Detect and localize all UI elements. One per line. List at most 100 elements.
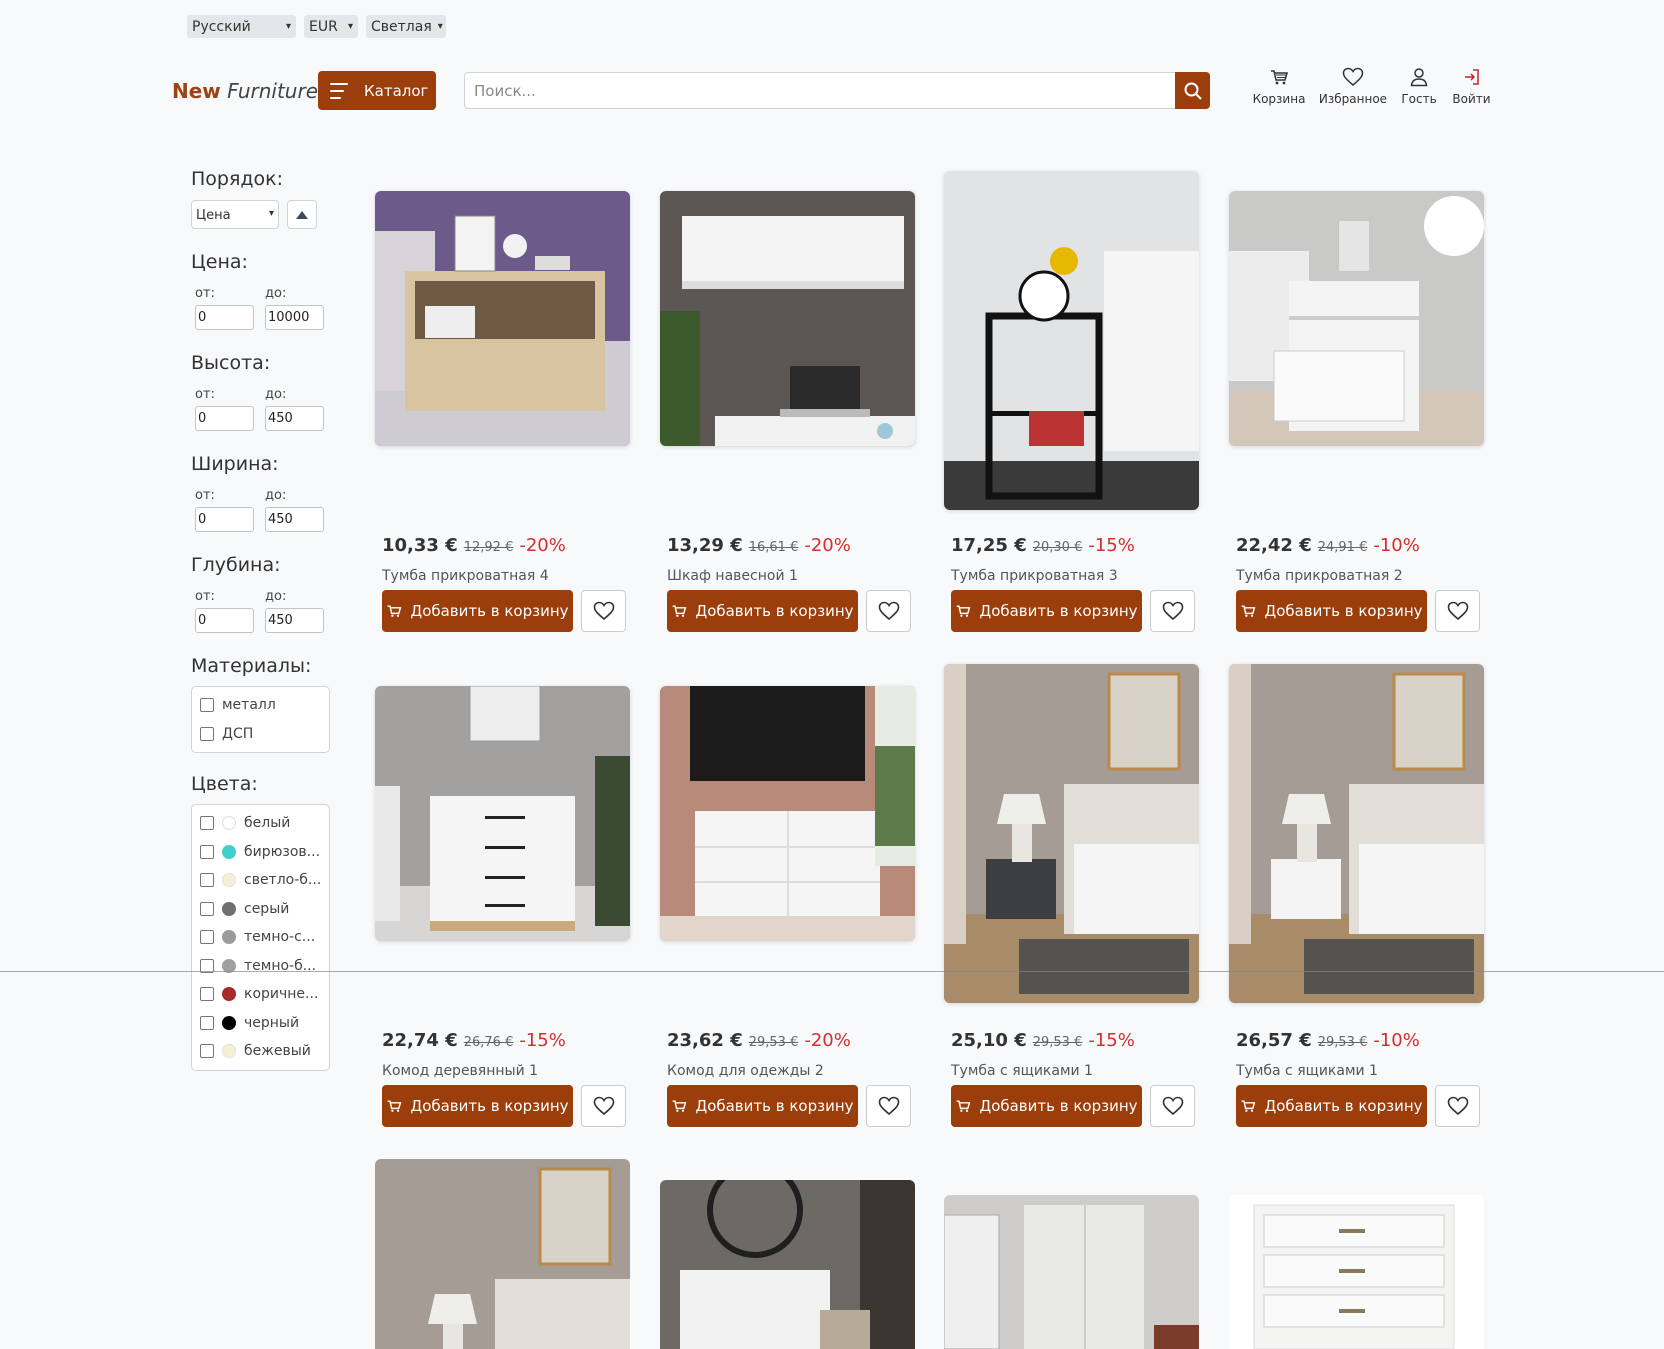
material-option[interactable]: металл xyxy=(192,691,329,720)
add-to-cart-button[interactable]: Добавить в корзину xyxy=(667,590,858,632)
favorite-button[interactable] xyxy=(581,590,626,632)
product-image[interactable] xyxy=(660,1180,915,1349)
chevron-down-icon: ▾ xyxy=(347,21,353,32)
product-image[interactable] xyxy=(375,191,630,446)
product-image[interactable] xyxy=(375,686,630,941)
cart-icon xyxy=(673,1100,687,1112)
color-option[interactable]: темно-б... xyxy=(192,952,329,981)
add-to-cart-button[interactable]: Добавить в корзину xyxy=(951,1085,1142,1127)
product-image[interactable] xyxy=(660,686,915,941)
cart-link[interactable]: Корзина xyxy=(1246,67,1312,106)
checkbox[interactable] xyxy=(200,930,214,945)
checkbox[interactable] xyxy=(200,1015,214,1030)
product-image[interactable] xyxy=(944,664,1199,1003)
checkbox[interactable] xyxy=(200,844,214,859)
product-image[interactable] xyxy=(1229,664,1484,1003)
user-icon xyxy=(1410,68,1428,87)
add-to-cart-button[interactable]: Добавить в корзину xyxy=(1236,590,1427,632)
depth-from-input[interactable]: 0 xyxy=(195,608,254,633)
checkbox[interactable] xyxy=(200,1044,214,1059)
cart-icon xyxy=(957,605,971,617)
product-image[interactable] xyxy=(944,1195,1199,1349)
depth-to-input[interactable]: 450 xyxy=(265,608,324,633)
price-from-input[interactable]: 0 xyxy=(195,305,254,330)
cart-icon xyxy=(1271,70,1288,85)
product-image[interactable] xyxy=(944,171,1199,510)
price-to-input[interactable]: 10000 xyxy=(265,305,324,330)
language-select[interactable]: Русский ▾ xyxy=(187,15,296,38)
color-option[interactable]: бирюзов... xyxy=(192,838,329,867)
product-name[interactable]: Тумба с ящиками 1 xyxy=(951,1063,1093,1079)
site-logo[interactable]: New Furniture xyxy=(172,79,318,103)
add-to-cart-button[interactable]: Добавить в корзину xyxy=(382,1085,573,1127)
material-label: металл xyxy=(222,697,276,714)
sort-direction-button[interactable] xyxy=(287,200,317,229)
search-button[interactable] xyxy=(1175,72,1210,109)
chevron-down-icon: ▾ xyxy=(437,21,443,32)
color-option[interactable]: черный xyxy=(192,1009,329,1038)
product-image[interactable] xyxy=(660,191,915,446)
product-discount: -10% xyxy=(1373,535,1420,556)
color-option[interactable]: коричне... xyxy=(192,980,329,1009)
color-option[interactable]: серый xyxy=(192,895,329,924)
currency-select[interactable]: EUR ▾ xyxy=(304,15,358,38)
add-to-cart-button[interactable]: Добавить в корзину xyxy=(1236,1085,1427,1127)
material-option[interactable]: ДСП xyxy=(192,720,329,749)
color-option[interactable]: светло-б... xyxy=(192,866,329,895)
search-icon xyxy=(1184,82,1202,100)
add-to-cart-button[interactable]: Добавить в корзину xyxy=(951,590,1142,632)
favorite-button[interactable] xyxy=(1435,590,1480,632)
checkbox[interactable] xyxy=(200,873,214,888)
favorite-button[interactable] xyxy=(1435,1085,1480,1127)
checkbox[interactable] xyxy=(200,987,214,1002)
materials-box: металл ДСП xyxy=(191,686,330,753)
login-link[interactable]: Войти xyxy=(1444,67,1499,106)
width-from-input[interactable]: 0 xyxy=(195,507,254,532)
product-name[interactable]: Тумба с ящиками 1 xyxy=(1236,1063,1378,1079)
add-to-cart-button[interactable]: Добавить в корзину xyxy=(382,590,573,632)
favorite-button[interactable] xyxy=(1150,590,1195,632)
favorite-button[interactable] xyxy=(866,590,911,632)
product-image[interactable] xyxy=(1229,191,1484,446)
product-image[interactable] xyxy=(375,1159,630,1349)
catalog-button[interactable]: Каталог xyxy=(318,71,436,110)
add-to-cart-button[interactable]: Добавить в корзину xyxy=(667,1085,858,1127)
product-name[interactable]: Тумба прикроватная 4 xyxy=(382,568,549,584)
theme-select[interactable]: Светлая ▾ xyxy=(366,15,446,38)
add-to-cart-label: Добавить в корзину xyxy=(979,1097,1138,1115)
product-name[interactable]: Тумба прикроватная 2 xyxy=(1236,568,1403,584)
heart-icon xyxy=(1447,1096,1468,1116)
checkbox[interactable] xyxy=(200,816,214,831)
colors-title: Цвета: xyxy=(191,773,258,795)
favorite-button[interactable] xyxy=(866,1085,911,1127)
heart-icon xyxy=(593,601,614,621)
product-price: 25,10 € xyxy=(951,1030,1027,1051)
checkbox[interactable] xyxy=(200,698,214,713)
catalog-label: Каталог xyxy=(364,81,429,100)
product-name[interactable]: Комод для одежды 2 xyxy=(667,1063,824,1079)
chevron-down-icon: ▾ xyxy=(285,21,291,32)
product-image[interactable] xyxy=(1229,1195,1484,1349)
height-to-input[interactable]: 450 xyxy=(265,406,324,431)
product-name[interactable]: Шкаф навесной 1 xyxy=(667,568,798,584)
favorite-button[interactable] xyxy=(1150,1085,1195,1127)
height-from-input[interactable]: 0 xyxy=(195,406,254,431)
from-label: от: xyxy=(195,286,215,301)
product-name[interactable]: Тумба прикроватная 3 xyxy=(951,568,1118,584)
guest-link[interactable]: Гость xyxy=(1394,67,1444,106)
product-old-price: 12,92 € xyxy=(463,540,514,555)
product-name[interactable]: Комод деревянный 1 xyxy=(382,1063,538,1079)
search-input[interactable]: Поиск... xyxy=(464,72,1182,109)
favorites-link[interactable]: Избранное xyxy=(1312,67,1394,106)
width-to-input[interactable]: 450 xyxy=(265,507,324,532)
color-option[interactable]: бежевый xyxy=(192,1037,329,1066)
checkbox[interactable] xyxy=(200,901,214,916)
checkbox[interactable] xyxy=(200,726,214,741)
favorite-button[interactable] xyxy=(581,1085,626,1127)
order-select[interactable]: Цена ▾ xyxy=(191,200,279,229)
heart-icon xyxy=(1162,601,1183,621)
product-discount: -10% xyxy=(1373,1030,1420,1051)
price-line: 26,57 € 29,53 € -10% xyxy=(1236,1030,1420,1051)
color-option[interactable]: темно-с... xyxy=(192,923,329,952)
color-option[interactable]: белый xyxy=(192,809,329,838)
